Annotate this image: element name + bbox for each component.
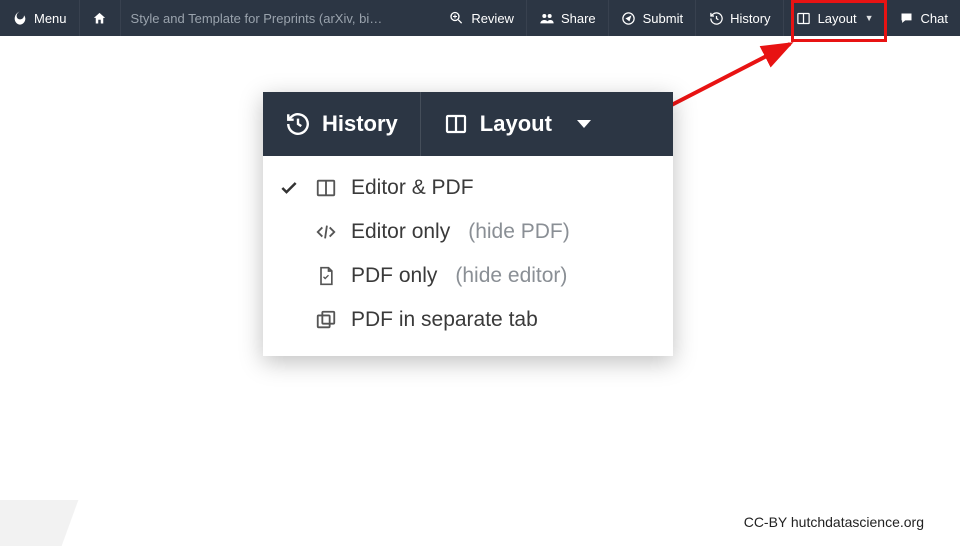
pdf-icon: [313, 265, 339, 287]
top-toolbar: Menu Style and Template for Preprints (a…: [0, 0, 960, 36]
panel-history-label: History: [322, 111, 398, 137]
panel-history-tab[interactable]: History: [263, 92, 421, 156]
layout-icon: [796, 10, 812, 26]
submit-icon: [621, 10, 637, 26]
chat-icon: [899, 10, 915, 26]
history-button[interactable]: History: [696, 0, 783, 36]
menu-item-pdf-separate-tab[interactable]: PDF in separate tab: [263, 298, 673, 342]
share-button[interactable]: Share: [527, 0, 609, 36]
chevron-down-icon: [577, 120, 591, 128]
overleaf-icon: [12, 10, 28, 26]
window-icon: [313, 309, 339, 331]
layout-label: Layout: [818, 11, 857, 26]
menu-item-label: Editor only: [351, 220, 450, 244]
menu-item-label: PDF only: [351, 264, 437, 288]
home-icon: [92, 10, 108, 26]
menu-item-label: Editor & PDF: [351, 176, 474, 200]
layout-panel: History Layout Editor & PDF Edi: [263, 92, 673, 356]
menu-item-pdf-only[interactable]: PDF only (hide editor): [263, 254, 673, 298]
attribution-text: CC-BY hutchdatascience.org: [744, 514, 924, 530]
split-icon: [313, 177, 339, 199]
panel-layout-tab[interactable]: Layout: [421, 92, 613, 156]
layout-menu: Editor & PDF Editor only (hide PDF) PDF …: [263, 156, 673, 356]
menu-item-note: (hide PDF): [468, 220, 570, 244]
menu-item-note: (hide editor): [455, 264, 567, 288]
review-button[interactable]: Review: [437, 0, 527, 36]
share-label: Share: [561, 11, 596, 26]
chat-button[interactable]: Chat: [887, 0, 960, 36]
decorative-shape: [0, 500, 78, 546]
submit-label: Submit: [643, 11, 683, 26]
layout-icon: [443, 111, 469, 137]
review-icon: [449, 10, 465, 26]
history-icon: [285, 111, 311, 137]
menu-item-editor-only[interactable]: Editor only (hide PDF): [263, 210, 673, 254]
review-label: Review: [471, 11, 514, 26]
check-icon: [277, 178, 301, 198]
panel-header: History Layout: [263, 92, 673, 156]
panel-layout-label: Layout: [480, 111, 552, 137]
history-icon: [708, 10, 724, 26]
project-title[interactable]: Style and Template for Preprints (arXiv,…: [121, 0, 393, 36]
menu-item-label: PDF in separate tab: [351, 308, 538, 332]
home-button[interactable]: [80, 0, 121, 36]
chat-label: Chat: [921, 11, 948, 26]
menu-item-editor-and-pdf[interactable]: Editor & PDF: [263, 166, 673, 210]
menu-label: Menu: [34, 11, 67, 26]
chevron-down-icon: ▼: [865, 13, 874, 23]
menu-button[interactable]: Menu: [0, 0, 80, 36]
code-icon: [313, 221, 339, 243]
share-icon: [539, 10, 555, 26]
history-label: History: [730, 11, 770, 26]
submit-button[interactable]: Submit: [609, 0, 696, 36]
layout-button[interactable]: Layout ▼: [784, 0, 887, 36]
